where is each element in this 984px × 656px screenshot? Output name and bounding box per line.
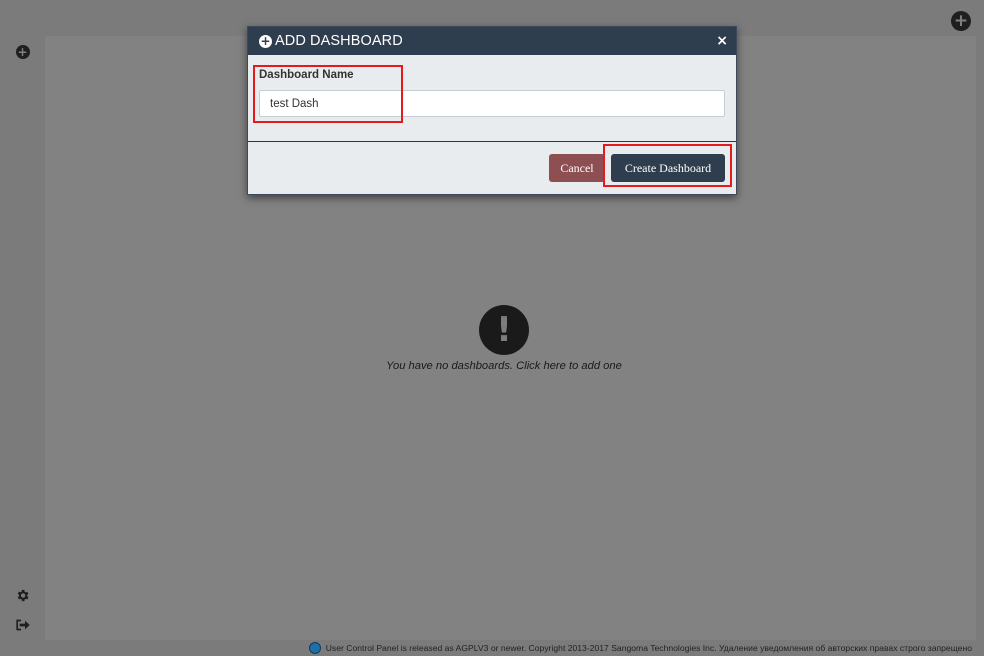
sidebar-add-button[interactable]: + (15, 44, 30, 59)
plus-circle-icon: + (951, 11, 971, 31)
empty-state-text[interactable]: You have no dashboards. Click here to ad… (380, 360, 628, 372)
modal-title: ADD DASHBOARD (275, 33, 403, 49)
create-dashboard-button[interactable]: Create Dashboard (611, 154, 725, 182)
settings-button[interactable] (14, 587, 31, 604)
footer-copyright: User Control Panel is released as AGPLV3… (325, 643, 972, 653)
sign-out-icon (15, 619, 30, 631)
modal-header: + ADD DASHBOARD × (248, 27, 736, 55)
exclamation-circle-icon: ! (479, 305, 529, 355)
dashboard-name-label: Dashboard Name (259, 69, 354, 81)
cancel-button[interactable]: Cancel (549, 154, 605, 182)
empty-state[interactable]: ! You have no dashboards. Click here to … (380, 305, 628, 372)
add-dashboard-modal: + ADD DASHBOARD × Dashboard Name Cancel … (247, 26, 737, 195)
globe-icon (308, 642, 321, 654)
close-icon[interactable]: × (716, 33, 728, 49)
logout-button[interactable] (14, 617, 31, 633)
gear-icon (17, 589, 29, 602)
sidebar (0, 36, 45, 640)
add-dashboard-top-button[interactable]: + (951, 11, 971, 31)
modal-body: Dashboard Name (248, 55, 736, 141)
modal-footer: Cancel Create Dashboard (248, 141, 736, 194)
right-edge (976, 36, 984, 640)
dashboard-name-input[interactable] (259, 90, 725, 117)
plus-circle-icon: + (259, 34, 272, 48)
plus-circle-icon: + (15, 44, 30, 59)
footer: User Control Panel is released as AGPLV3… (0, 640, 984, 656)
